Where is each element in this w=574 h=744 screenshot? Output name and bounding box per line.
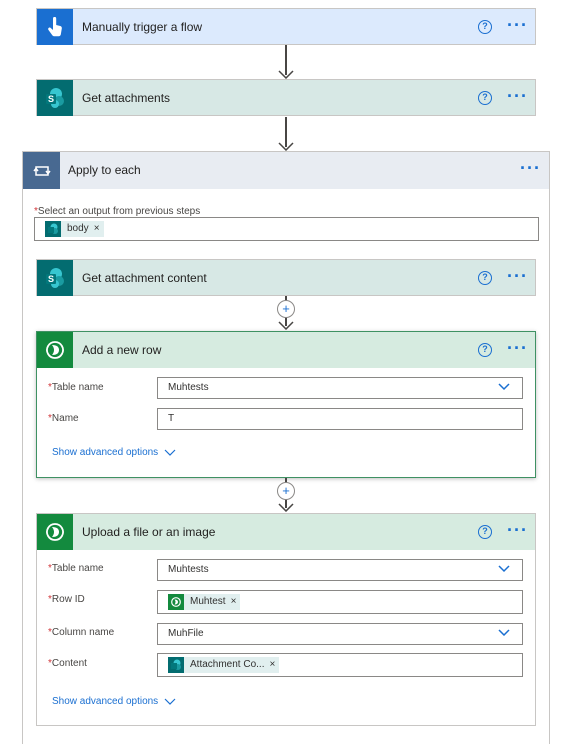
dataverse-icon xyxy=(171,597,181,607)
help-icon[interactable]: ? xyxy=(478,20,492,34)
add-row-card[interactable]: Add a new row ? ··· *Table name Muhtests… xyxy=(36,331,536,478)
upload-file-card[interactable]: Upload a file or an image ? ··· *Table n… xyxy=(36,513,536,726)
svg-text:S: S xyxy=(48,274,54,284)
output-select-field[interactable]: body × xyxy=(34,217,539,241)
more-options-icon[interactable]: ··· xyxy=(520,159,541,177)
table-name-label: *Table name xyxy=(48,382,104,393)
remove-token-icon[interactable]: × xyxy=(269,655,275,675)
insert-step-button[interactable]: + xyxy=(277,482,295,500)
row-id-label: *Row ID xyxy=(48,594,85,605)
apply-to-each-title: Apply to each xyxy=(68,163,141,177)
get-attachments-title: Get attachments xyxy=(82,91,171,105)
chevron-down-icon[interactable] xyxy=(498,629,510,637)
sharepoint-token-icon xyxy=(168,657,184,673)
loop-app-icon xyxy=(23,152,60,189)
body-token[interactable]: body × xyxy=(45,221,104,237)
help-icon[interactable]: ? xyxy=(478,343,492,357)
table-name-value: Muhtests xyxy=(168,564,209,575)
help-icon[interactable]: ? xyxy=(478,91,492,105)
sharepoint-token-icon xyxy=(45,221,61,237)
trigger-app-icon xyxy=(37,9,73,45)
connector-arrow xyxy=(278,45,294,79)
hand-touch-icon xyxy=(48,17,62,37)
more-options-icon[interactable]: ··· xyxy=(507,521,528,539)
row-id-field[interactable]: Muhtest × xyxy=(157,590,523,614)
show-advanced-options-link[interactable]: Show advanced options xyxy=(52,696,176,707)
get-attachment-content-card[interactable]: S Get attachment content ? ··· xyxy=(36,259,536,296)
dataverse-icon xyxy=(46,341,64,359)
dataverse-app-icon xyxy=(37,514,73,550)
attachment-content-token-label: Attachment Co... xyxy=(190,659,265,670)
chevron-down-icon xyxy=(164,698,176,705)
sharepoint-icon: S xyxy=(46,268,64,288)
trigger-title: Manually trigger a flow xyxy=(82,20,203,34)
help-icon[interactable]: ? xyxy=(478,525,492,539)
upload-file-title: Upload a file or an image xyxy=(82,525,216,539)
loop-icon xyxy=(32,165,51,176)
name-label: *Name xyxy=(48,413,79,424)
sharepoint-app-icon: S xyxy=(37,260,73,296)
help-icon[interactable]: ? xyxy=(478,271,492,285)
table-name-label: *Table name xyxy=(48,563,104,574)
add-row-title: Add a new row xyxy=(82,343,162,357)
column-name-value: MuhFile xyxy=(168,628,204,639)
svg-text:S: S xyxy=(48,94,54,104)
more-options-icon[interactable]: ··· xyxy=(507,267,528,285)
content-field[interactable]: Attachment Co... × xyxy=(157,653,523,677)
sharepoint-icon xyxy=(171,659,181,670)
add-row-header[interactable]: Add a new row ? ··· xyxy=(37,332,535,368)
chevron-down-icon xyxy=(164,449,176,456)
content-label: *Content xyxy=(48,658,87,669)
insert-step-button[interactable]: + xyxy=(277,300,295,318)
dataverse-app-icon xyxy=(37,332,73,368)
get-attachment-content-title: Get attachment content xyxy=(82,271,207,285)
remove-token-icon[interactable]: × xyxy=(231,592,237,612)
sharepoint-icon: S xyxy=(46,88,64,108)
more-options-icon[interactable]: ··· xyxy=(507,87,528,105)
table-name-dropdown[interactable]: Muhtests xyxy=(157,377,523,399)
apply-to-each-header[interactable]: Apply to each ··· xyxy=(23,152,549,189)
upload-file-header[interactable]: Upload a file or an image ? ··· xyxy=(37,514,535,550)
connector-arrow xyxy=(278,117,294,151)
more-options-icon[interactable]: ··· xyxy=(507,16,528,34)
get-attachments-card[interactable]: S Get attachments ? ··· xyxy=(36,79,536,116)
muhtest-token-label: Muhtest xyxy=(190,596,226,607)
sharepoint-icon xyxy=(48,223,58,234)
output-select-label: *Select an output from previous steps xyxy=(34,206,201,217)
attachment-content-token[interactable]: Attachment Co... × xyxy=(168,655,280,675)
name-input[interactable]: T xyxy=(157,408,523,430)
column-name-dropdown[interactable]: MuhFile xyxy=(157,623,523,645)
dataverse-token-icon xyxy=(168,594,184,610)
chevron-down-icon[interactable] xyxy=(498,565,510,573)
table-name-value: Muhtests xyxy=(168,382,209,393)
table-name-dropdown[interactable]: Muhtests xyxy=(157,559,523,581)
chevron-down-icon[interactable] xyxy=(498,383,510,391)
trigger-card[interactable]: Manually trigger a flow ? ··· xyxy=(36,8,536,45)
column-name-label: *Column name xyxy=(48,627,115,638)
muhtest-token[interactable]: Muhtest × xyxy=(168,592,241,612)
dataverse-icon xyxy=(46,523,64,541)
name-value: T xyxy=(168,413,175,424)
show-advanced-options-link[interactable]: Show advanced options xyxy=(52,447,176,458)
sharepoint-app-icon: S xyxy=(37,80,73,116)
more-options-icon[interactable]: ··· xyxy=(507,339,528,357)
remove-token-icon[interactable]: × xyxy=(94,219,100,239)
body-token-label: body xyxy=(67,223,89,234)
